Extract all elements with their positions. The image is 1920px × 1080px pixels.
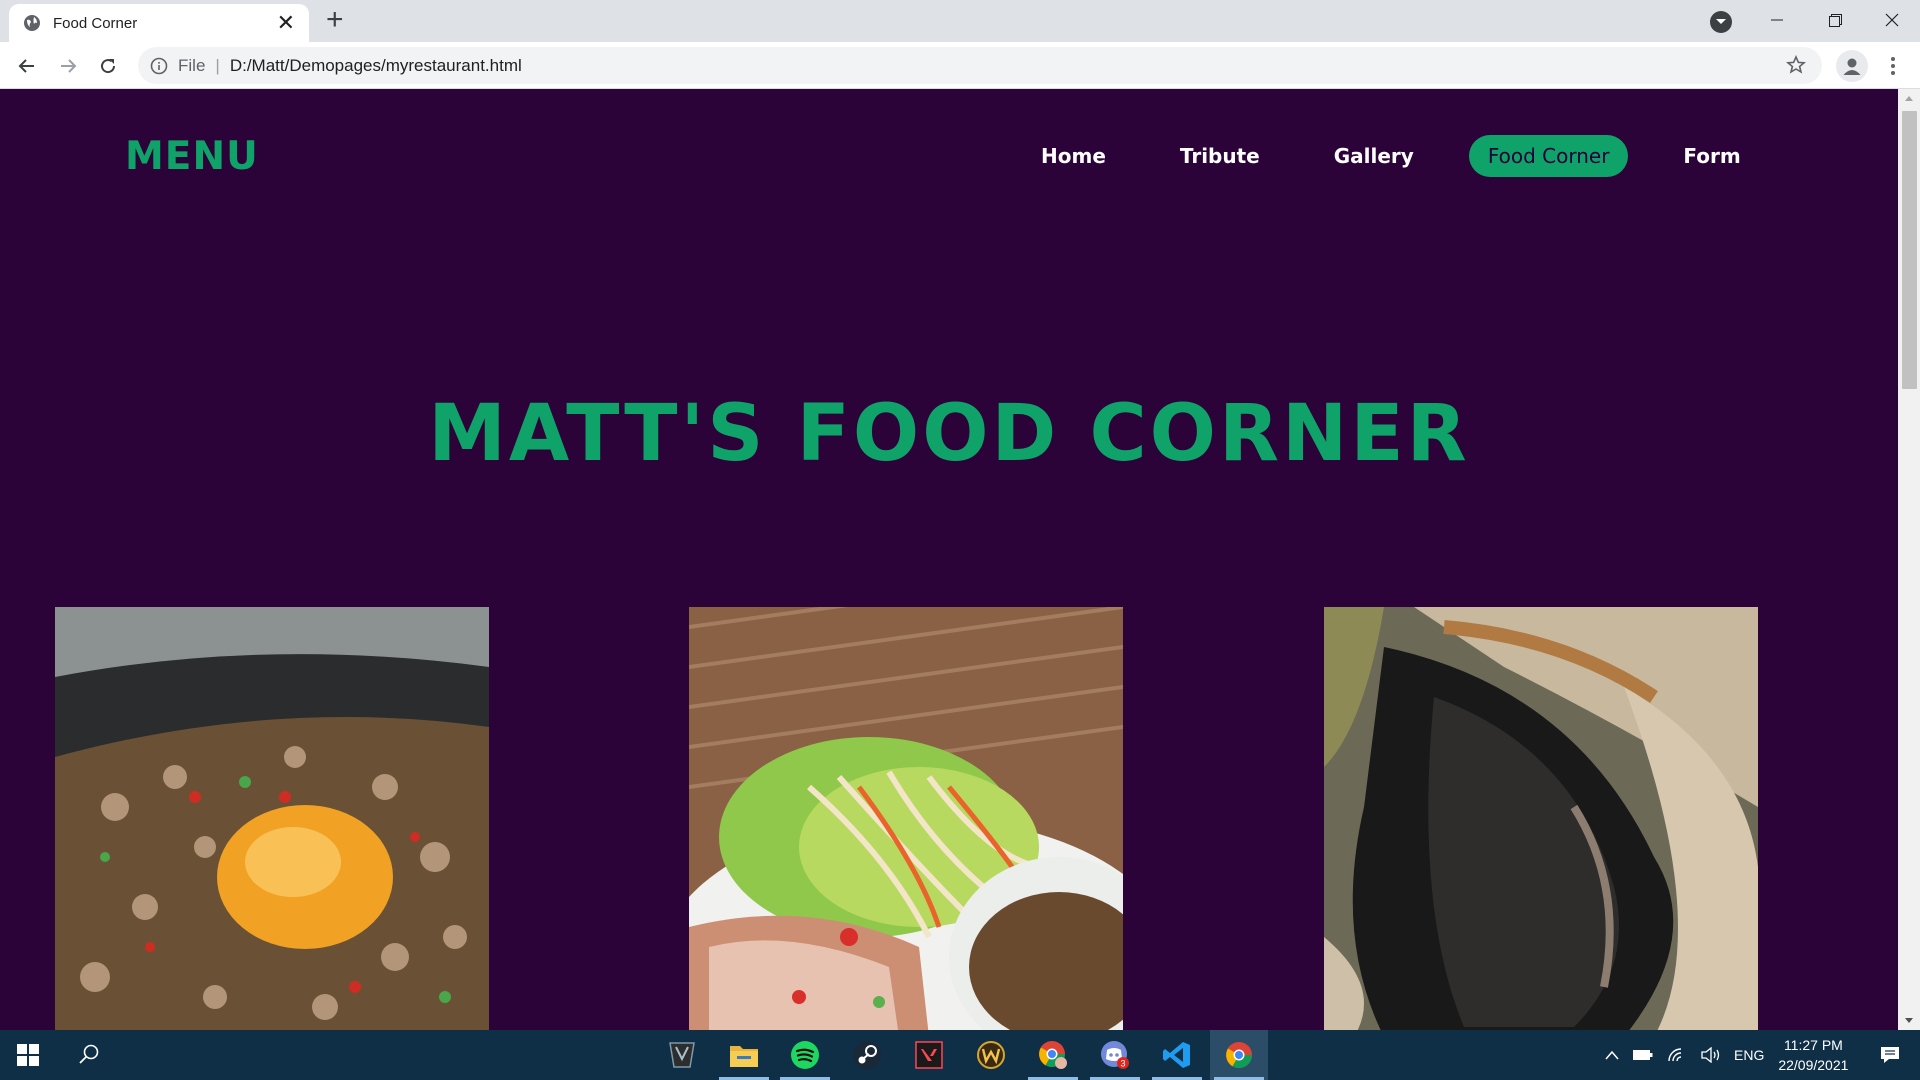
steam-icon [853,1041,881,1069]
chrome-profile-icon [1039,1041,1067,1069]
valorant-icon [915,1041,943,1069]
address-separator: | [215,55,220,75]
browser-toolbar: File | D:/Matt/Demopages/myrestaurant.ht… [0,42,1920,89]
tray-overflow-button[interactable] [1605,1050,1619,1060]
page-scrollbar[interactable] [1898,89,1920,1030]
person-icon [1843,58,1861,75]
taskbar-app-world-of-warcraft[interactable] [962,1030,1020,1080]
scrollbar-thumb[interactable] [1902,111,1917,389]
tab-search-button[interactable] [1710,11,1732,33]
game-launcher-icon [669,1042,695,1068]
notification-icon [1881,1047,1900,1063]
taskbar-app-vscode[interactable] [1148,1030,1206,1080]
browser-tab-strip: Food Corner ✕ + [0,0,1920,42]
back-button[interactable] [11,50,43,82]
nav-gallery[interactable]: Gallery [1315,135,1433,177]
nav-home[interactable]: Home [1022,135,1125,177]
site-logo[interactable]: MENU [125,134,259,179]
close-window-button[interactable] [1862,4,1920,36]
search-icon [79,1044,99,1064]
page-viewport: MENU Home Tribute Gallery Food Corner Fo… [0,89,1898,1030]
dot-icon [1891,57,1895,61]
discord-icon: 3 [1101,1041,1129,1069]
scroll-down-button[interactable] [1898,1012,1920,1030]
dot-icon [1891,71,1895,75]
taskbar-app-game-launcher[interactable] [653,1030,711,1080]
scroll-up-button[interactable] [1898,89,1920,107]
wifi-icon [1668,1048,1682,1062]
address-scheme: File [178,55,206,75]
file-explorer-icon [730,1046,758,1067]
reload-icon [101,59,116,74]
chevron-up-icon [1605,1050,1619,1060]
profile-button[interactable] [1836,50,1868,82]
system-tray: ENG 11:27 PM 22/09/2021 [1598,1030,1907,1080]
input-language[interactable]: ENG [1734,1047,1764,1063]
windows-taskbar: 3 ENG 11:27 PM 22/09/2021 [0,1030,1920,1080]
taskbar-app-valorant[interactable] [900,1030,958,1080]
tab-title: Food Corner [53,14,138,32]
taskbar-clock[interactable]: 11:27 PM 22/09/2021 [1778,1035,1848,1075]
globe-icon [24,15,40,31]
start-button[interactable] [17,1044,39,1071]
tray-battery[interactable] [1633,1049,1653,1061]
restore-button[interactable] [1805,4,1865,36]
dot-icon [1891,64,1895,68]
taskbar-app-file-explorer[interactable] [715,1030,773,1080]
forward-button[interactable] [52,50,84,82]
tray-volume[interactable] [1701,1047,1721,1063]
spotify-icon [791,1041,819,1069]
windows-logo-icon [17,1044,39,1066]
arrow-down-icon [1905,1018,1913,1023]
minimize-button[interactable] [1747,4,1807,36]
address-url[interactable]: D:/Matt/Demopages/myrestaurant.html [230,56,522,76]
battery-icon [1633,1050,1653,1060]
arrow-up-icon [1905,96,1913,101]
browser-tab[interactable]: Food Corner ✕ [9,4,309,42]
close-icon [1885,13,1899,27]
taskbar-app-spotify[interactable] [776,1030,834,1080]
arrow-left-icon [18,59,34,73]
world-of-warcraft-icon [977,1041,1005,1069]
taskbar-app-chrome[interactable] [1210,1030,1268,1080]
address-bar[interactable]: File | D:/Matt/Demopages/myrestaurant.ht… [138,47,1822,84]
minimize-icon [1771,19,1783,21]
browser-menu-button[interactable] [1883,55,1903,77]
site-nav: Home Tribute Gallery Food Corner Form [1022,135,1796,177]
nav-food-corner[interactable]: Food Corner [1468,135,1629,177]
nav-form[interactable]: Form [1664,135,1759,177]
reload-button[interactable] [92,50,124,82]
new-tab-button[interactable]: + [326,5,344,35]
chevron-down-icon [1716,19,1726,24]
taskbar-app-chrome-profile[interactable] [1024,1030,1082,1080]
hero-title: MATT'S FOOD CORNER [428,389,1470,479]
speaker-icon [1701,1047,1720,1063]
food-photo-lechon-kawali [689,607,1123,1030]
clock-time: 11:27 PM [1783,1037,1843,1053]
clock-date: 22/09/2021 [1778,1057,1849,1073]
food-photo-grilled-fish [1324,607,1758,1030]
restore-icon [1828,13,1842,27]
taskbar-search-button[interactable] [78,1043,100,1070]
info-icon[interactable] [150,57,168,75]
bookmark-star-icon[interactable] [1786,55,1806,75]
tab-close-button[interactable]: ✕ [277,12,295,34]
arrow-right-icon [61,59,77,73]
taskbar-app-steam[interactable] [838,1030,896,1080]
chrome-icon [1226,1042,1253,1069]
action-center-button[interactable] [1880,1045,1900,1065]
discord-badge: 3 [1120,1059,1125,1069]
taskbar-app-discord[interactable]: 3 [1086,1030,1144,1080]
nav-tribute[interactable]: Tribute [1161,135,1279,177]
food-photo-sisig [55,607,489,1030]
tray-network[interactable] [1667,1047,1687,1063]
vscode-icon [1163,1042,1190,1068]
